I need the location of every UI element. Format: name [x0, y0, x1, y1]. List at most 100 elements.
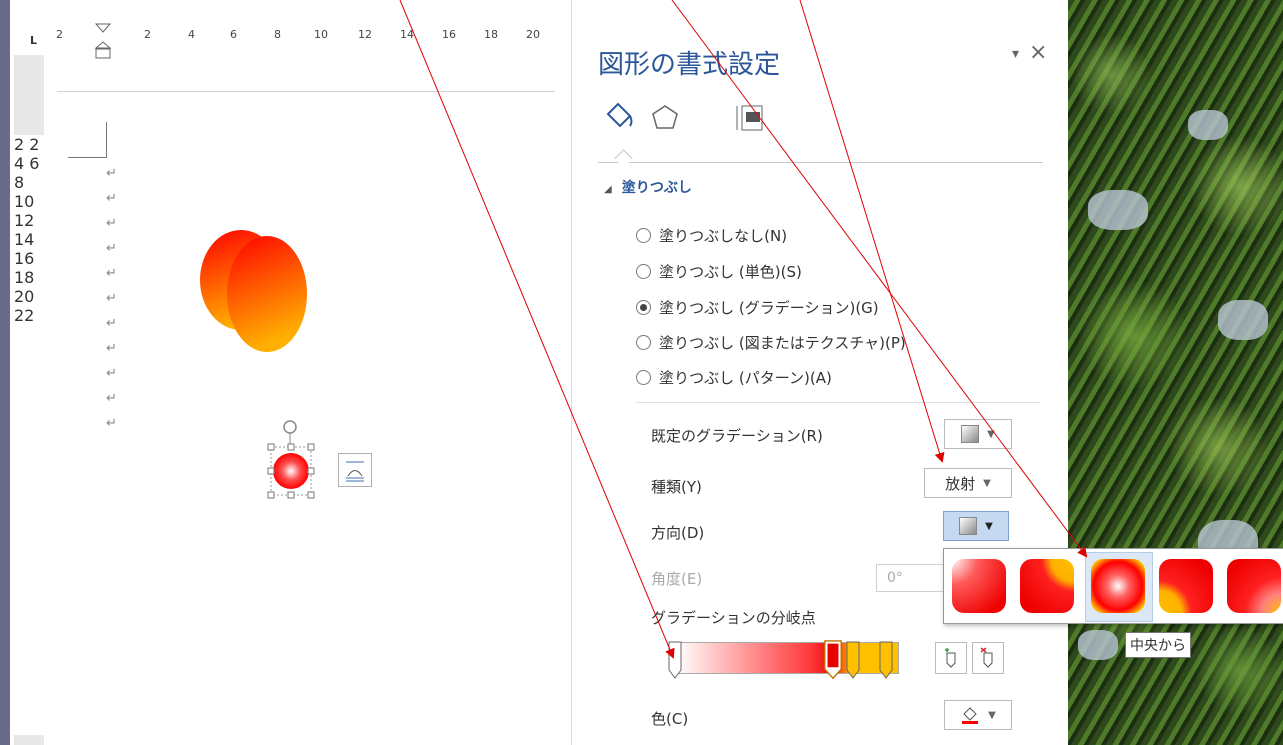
ruler-number: 10 [14, 192, 35, 211]
paragraph-mark: ↵ [106, 341, 117, 356]
gradient-stop-handle[interactable] [846, 640, 860, 680]
ruler-number: 6 [29, 154, 40, 173]
chevron-down-icon: ▼ [988, 709, 996, 721]
color-label: 色(C) [651, 710, 689, 728]
paint-bucket-icon [962, 707, 979, 724]
direction-option-bottom-left-icon[interactable] [1158, 558, 1214, 614]
angle-label: 角度(E) [651, 570, 703, 588]
chevron-down-icon: ▼ [987, 428, 995, 440]
sky-patch [1218, 300, 1268, 340]
ruler-number: 18 [14, 268, 35, 287]
indent-marker-icon[interactable] [93, 20, 115, 64]
remove-gradient-stop-icon [980, 647, 993, 668]
radio-no-fill[interactable]: 塗りつぶしなし(N) [636, 225, 787, 246]
paragraph-mark: ↵ [106, 166, 117, 181]
radio-gradient-fill[interactable]: 塗りつぶし (グラデーション)(G) [636, 297, 879, 318]
gradient-stop-handle[interactable] [668, 640, 682, 680]
ruler-number: 14 [14, 230, 35, 249]
radio-pattern-fill[interactable]: 塗りつぶし (パターン)(A) [636, 367, 832, 388]
gradient-stops-label: グラデーションの分岐点 [651, 609, 816, 627]
chevron-down-icon: ▼ [985, 520, 993, 532]
gradient-swatch-icon [959, 517, 978, 535]
page-top-edge [57, 91, 555, 92]
ruler-number: 20 [526, 28, 540, 41]
preset-gradient-dropdown[interactable]: ▼ [944, 419, 1012, 449]
vertical-ruler-page: 2 2 4 6 8 10 12 14 16 18 20 22 [14, 135, 44, 735]
radio-label: 塗りつぶし (パターン)(A) [659, 369, 832, 387]
sky-patch [1088, 190, 1148, 230]
ruler-number: 18 [484, 28, 498, 41]
gradient-stop-handle[interactable] [879, 640, 893, 680]
ruler-number: 8 [14, 173, 25, 192]
ruler-number: 2 [14, 135, 25, 154]
radio-solid-fill[interactable]: 塗りつぶし (単色)(S) [636, 261, 802, 282]
radio-label: 塗りつぶし (単色)(S) [659, 263, 802, 281]
type-label: 種類(Y) [651, 478, 702, 496]
ruler-number: 20 [14, 287, 35, 306]
radio-picture-fill[interactable]: 塗りつぶし (図またはテクスチャ)(P) [636, 332, 906, 353]
type-value: 放射 [945, 474, 976, 493]
radio-button[interactable] [636, 300, 651, 315]
angle-input[interactable]: 0° [876, 564, 946, 592]
direction-option-top-left-icon[interactable] [951, 558, 1007, 614]
radio-button[interactable] [636, 228, 651, 243]
close-icon[interactable]: × [1029, 40, 1047, 65]
type-dropdown[interactable]: 放射 ▼ [924, 468, 1012, 498]
add-stop-button[interactable] [935, 642, 967, 674]
ruler-number: 8 [274, 28, 281, 41]
fill-line-icon[interactable] [602, 100, 636, 134]
direction-option-top-right-icon[interactable] [1019, 558, 1075, 614]
ruler-number: 12 [358, 28, 372, 41]
direction-option-bottom-right-icon[interactable] [1226, 558, 1282, 614]
tab-divider [598, 162, 1043, 163]
size-properties-icon[interactable] [734, 100, 768, 134]
margin-corner-mark [106, 122, 107, 158]
gradient-stops-bar[interactable] [675, 642, 899, 674]
ruler-number: 2 [56, 28, 63, 41]
ruler-number: 16 [442, 28, 456, 41]
angle-value: 0° [887, 570, 903, 586]
radio-label: 塗りつぶし (グラデーション)(G) [659, 299, 879, 317]
remove-stop-button[interactable] [972, 642, 1004, 674]
ruler-number: 4 [188, 28, 195, 41]
color-dropdown[interactable]: ▼ [944, 700, 1012, 730]
sky-patch [1188, 110, 1228, 140]
paragraph-mark: ↵ [106, 366, 117, 381]
ruler-number: 16 [14, 249, 35, 268]
paragraph-mark: ↵ [106, 291, 117, 306]
document-area: 2 2 4 6 8 10 12 14 16 18 20 L 2 2 4 6 8 … [0, 0, 571, 745]
tab-selector[interactable]: L [30, 34, 42, 47]
radio-button[interactable] [636, 264, 651, 279]
peach-shape[interactable] [195, 222, 307, 354]
direction-option-from-center-icon[interactable] [1090, 558, 1146, 614]
ruler-number: 2 [144, 28, 151, 41]
section-fill-header[interactable]: ◢ 塗りつぶし [604, 177, 692, 197]
paragraph-mark: ↵ [106, 316, 117, 331]
ruler-number: 14 [400, 28, 414, 41]
paragraph-mark: ↵ [106, 391, 117, 406]
chevron-down-icon: ▼ [983, 477, 991, 489]
paragraph-mark: ↵ [106, 241, 117, 256]
ruler-number: 6 [230, 28, 237, 41]
paragraph-mark: ↵ [106, 191, 117, 206]
gradient-stop-handle-selected[interactable] [822, 640, 844, 680]
ruler-number: 10 [314, 28, 328, 41]
radio-button[interactable] [636, 335, 651, 350]
section-title: 塗りつぶし [621, 180, 692, 196]
gradient-swatch-icon [961, 425, 980, 443]
effects-icon[interactable] [648, 100, 682, 134]
margin-corner-mark [68, 157, 106, 158]
direction-dropdown[interactable]: ▼ [943, 511, 1009, 541]
ruler-number: 4 [14, 154, 25, 173]
add-gradient-stop-icon [945, 648, 956, 668]
layout-options-icon[interactable] [338, 453, 372, 487]
preset-gradient-label: 既定のグラデーション(R) [651, 427, 823, 445]
paragraph-mark: ↵ [106, 266, 117, 281]
pane-options-icon[interactable]: ▾ [1012, 46, 1019, 62]
radio-button[interactable] [636, 370, 651, 385]
radio-label: 塗りつぶし (図またはテクスチャ)(P) [659, 334, 906, 352]
ruler-number: 22 [14, 306, 35, 325]
collapse-triangle-icon: ◢ [604, 184, 612, 195]
direction-label: 方向(D) [651, 524, 705, 542]
selected-circle-shape[interactable] [266, 414, 322, 502]
